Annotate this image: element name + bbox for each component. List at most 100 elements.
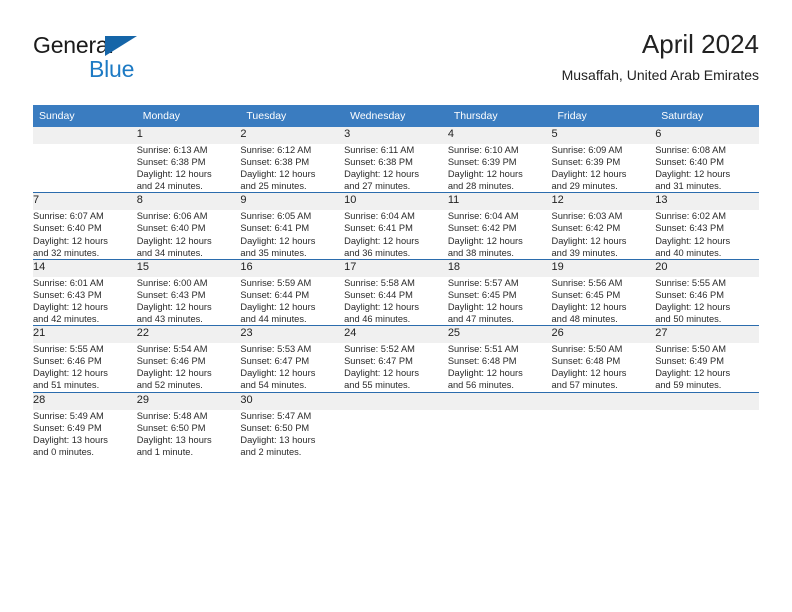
day-daylight-text: and 32 minutes. xyxy=(33,247,100,258)
day-number-29[interactable]: 29 xyxy=(136,392,241,410)
day-sunrise-text: Sunrise: 5:53 AM xyxy=(240,344,312,355)
day-details-row: Sunrise: 6:01 AM Sunset: 6:43 PM Daylight:… xyxy=(33,277,759,326)
day-details-13: Sunrise: 6:02 AM Sunset: 6:43 PM Daylight:… xyxy=(655,210,759,259)
day-number-1[interactable]: 1 xyxy=(136,127,241,144)
day-number-7[interactable]: 7 xyxy=(33,193,137,211)
day-number-11[interactable]: 11 xyxy=(447,193,552,211)
day-sunset-text: Sunset: 6:38 PM xyxy=(240,157,310,168)
day-number-17[interactable]: 17 xyxy=(344,259,448,277)
day-details-16: Sunrise: 5:59 AM Sunset: 6:44 PM Daylight:… xyxy=(240,277,344,326)
day-sunrise-text: Sunrise: 6:04 AM xyxy=(344,211,415,222)
weekday-header-sunday: Sunday xyxy=(33,105,137,127)
day-sunrise-text: Sunrise: 5:54 AM xyxy=(136,344,208,355)
day-number-19[interactable]: 19 xyxy=(551,259,656,277)
day-number-24[interactable]: 24 xyxy=(344,326,448,344)
day-daylight-text: and 44 minutes. xyxy=(240,314,307,325)
day-daylight-text: and 56 minutes. xyxy=(447,380,514,391)
day-daylight-text: Daylight: 12 hours xyxy=(240,301,316,312)
day-number-13[interactable]: 13 xyxy=(655,193,759,211)
day-sunset-text: Sunset: 6:46 PM xyxy=(33,356,102,367)
day-number-28[interactable]: 28 xyxy=(33,392,137,410)
day-details-28: Sunrise: 5:49 AM Sunset: 6:49 PM Daylight:… xyxy=(33,410,137,458)
page-header: General Blue April 2024 Musaffah, United… xyxy=(33,28,759,90)
day-daylight-text: and 24 minutes. xyxy=(136,181,203,192)
day-details-empty xyxy=(552,410,656,458)
day-sunset-text: Sunset: 6:48 PM xyxy=(551,356,621,367)
day-details-24: Sunrise: 5:52 AM Sunset: 6:47 PM Daylight:… xyxy=(344,343,448,392)
calendar-body: 1 2 3 4 5 6 Sunrise: 6:13 AM Sunset: 6:38 PM Day… xyxy=(33,127,759,458)
day-daylight-text: Daylight: 12 hours xyxy=(240,368,316,379)
day-sunrise-text: Sunrise: 6:11 AM xyxy=(344,145,415,155)
day-sunrise-text: Sunrise: 6:10 AM xyxy=(447,145,519,155)
day-number-27[interactable]: 27 xyxy=(655,326,759,344)
day-sunset-text: Sunset: 6:44 PM xyxy=(240,289,310,300)
day-sunrise-text: Sunrise: 5:48 AM xyxy=(136,410,208,421)
day-daylight-text: Daylight: 12 hours xyxy=(136,169,212,180)
day-sunset-text: Sunset: 6:47 PM xyxy=(240,356,310,367)
weekday-header-row: Sunday Monday Tuesday Wednesday Thursday Frid… xyxy=(33,105,759,127)
day-sunrise-text: Sunrise: 5:55 AM xyxy=(655,277,727,288)
day-sunset-text: Sunset: 6:40 PM xyxy=(33,223,102,234)
day-daylight-text: and 48 minutes. xyxy=(551,314,618,325)
day-details-4: Sunrise: 6:10 AM Sunset: 6:39 PM Daylight:… xyxy=(448,144,552,193)
day-daylight-text: Daylight: 12 hours xyxy=(655,169,731,180)
day-daylight-text: and 2 minutes. xyxy=(240,446,302,457)
day-number-empty xyxy=(551,392,656,410)
day-sunrise-text: Sunrise: 5:57 AM xyxy=(447,277,519,288)
day-details-23: Sunrise: 5:53 AM Sunset: 6:47 PM Daylight:… xyxy=(240,343,344,392)
day-details-19: Sunrise: 5:56 AM Sunset: 6:45 PM Daylight:… xyxy=(552,277,656,326)
day-details-1: Sunrise: 6:13 AM Sunset: 6:38 PM Daylight:… xyxy=(137,144,241,193)
day-details-row: Sunrise: 5:55 AM Sunset: 6:46 PM Daylight:… xyxy=(33,343,759,392)
day-number-empty xyxy=(447,392,552,410)
day-number-22[interactable]: 22 xyxy=(136,326,241,344)
day-number-30[interactable]: 30 xyxy=(240,392,345,410)
day-sunset-text: Sunset: 6:38 PM xyxy=(136,157,206,168)
day-details-row: Sunrise: 5:49 AM Sunset: 6:49 PM Daylight:… xyxy=(33,410,759,458)
day-number-8[interactable]: 8 xyxy=(136,193,241,211)
day-sunrise-text: Sunrise: 5:50 AM xyxy=(655,344,727,355)
day-sunset-text: Sunset: 6:40 PM xyxy=(655,157,724,168)
day-sunrise-text: Sunrise: 5:47 AM xyxy=(240,410,312,421)
day-number-4[interactable]: 4 xyxy=(447,127,552,144)
day-number-10[interactable]: 10 xyxy=(344,193,448,211)
day-sunset-text: Sunset: 6:44 PM xyxy=(344,289,413,300)
day-details-5: Sunrise: 6:09 AM Sunset: 6:39 PM Daylight:… xyxy=(552,144,656,193)
day-details-27: Sunrise: 5:50 AM Sunset: 6:49 PM Daylight:… xyxy=(655,343,759,392)
day-number-20[interactable]: 20 xyxy=(655,259,759,277)
day-number-16[interactable]: 16 xyxy=(240,259,345,277)
day-number-21[interactable]: 21 xyxy=(33,326,137,344)
day-details-14: Sunrise: 6:01 AM Sunset: 6:43 PM Daylight:… xyxy=(33,277,137,326)
day-details-11: Sunrise: 6:04 AM Sunset: 6:42 PM Daylight:… xyxy=(448,210,552,259)
day-details-7: Sunrise: 6:07 AM Sunset: 6:40 PM Daylight:… xyxy=(33,210,137,259)
weekday-header-wednesday: Wednesday xyxy=(344,105,448,127)
day-number-2[interactable]: 2 xyxy=(240,127,345,144)
day-sunset-text: Sunset: 6:49 PM xyxy=(33,422,102,433)
day-number-3[interactable]: 3 xyxy=(344,127,448,144)
day-daylight-text: and 52 minutes. xyxy=(136,380,203,391)
day-details-20: Sunrise: 5:55 AM Sunset: 6:46 PM Daylight:… xyxy=(655,277,759,326)
day-details-2: Sunrise: 6:12 AM Sunset: 6:38 PM Daylight:… xyxy=(240,144,344,193)
day-number-25[interactable]: 25 xyxy=(447,326,552,344)
day-number-empty xyxy=(344,392,448,410)
day-number-15[interactable]: 15 xyxy=(136,259,241,277)
day-sunrise-text: Sunrise: 6:06 AM xyxy=(136,211,208,222)
day-daylight-text: and 47 minutes. xyxy=(447,314,514,325)
day-number-23[interactable]: 23 xyxy=(240,326,345,344)
day-daylight-text: Daylight: 12 hours xyxy=(447,235,523,246)
day-daylight-text: Daylight: 13 hours xyxy=(33,434,108,445)
day-number-26[interactable]: 26 xyxy=(551,326,656,344)
day-number-9[interactable]: 9 xyxy=(240,193,345,211)
day-sunset-text: Sunset: 6:43 PM xyxy=(136,289,206,300)
weekday-header-saturday: Saturday xyxy=(655,105,759,127)
day-sunrise-text: Sunrise: 5:50 AM xyxy=(551,344,623,355)
day-number-12[interactable]: 12 xyxy=(551,193,656,211)
day-number-18[interactable]: 18 xyxy=(447,259,552,277)
day-number-14[interactable]: 14 xyxy=(33,259,137,277)
day-number-5[interactable]: 5 xyxy=(551,127,656,144)
day-number-6[interactable]: 6 xyxy=(655,127,759,144)
day-sunset-text: Sunset: 6:40 PM xyxy=(136,223,206,234)
day-daylight-text: Daylight: 12 hours xyxy=(551,169,627,180)
day-daylight-text: and 36 minutes. xyxy=(344,247,411,258)
day-daylight-text: Daylight: 12 hours xyxy=(240,235,316,246)
day-daylight-text: and 34 minutes. xyxy=(136,247,203,258)
